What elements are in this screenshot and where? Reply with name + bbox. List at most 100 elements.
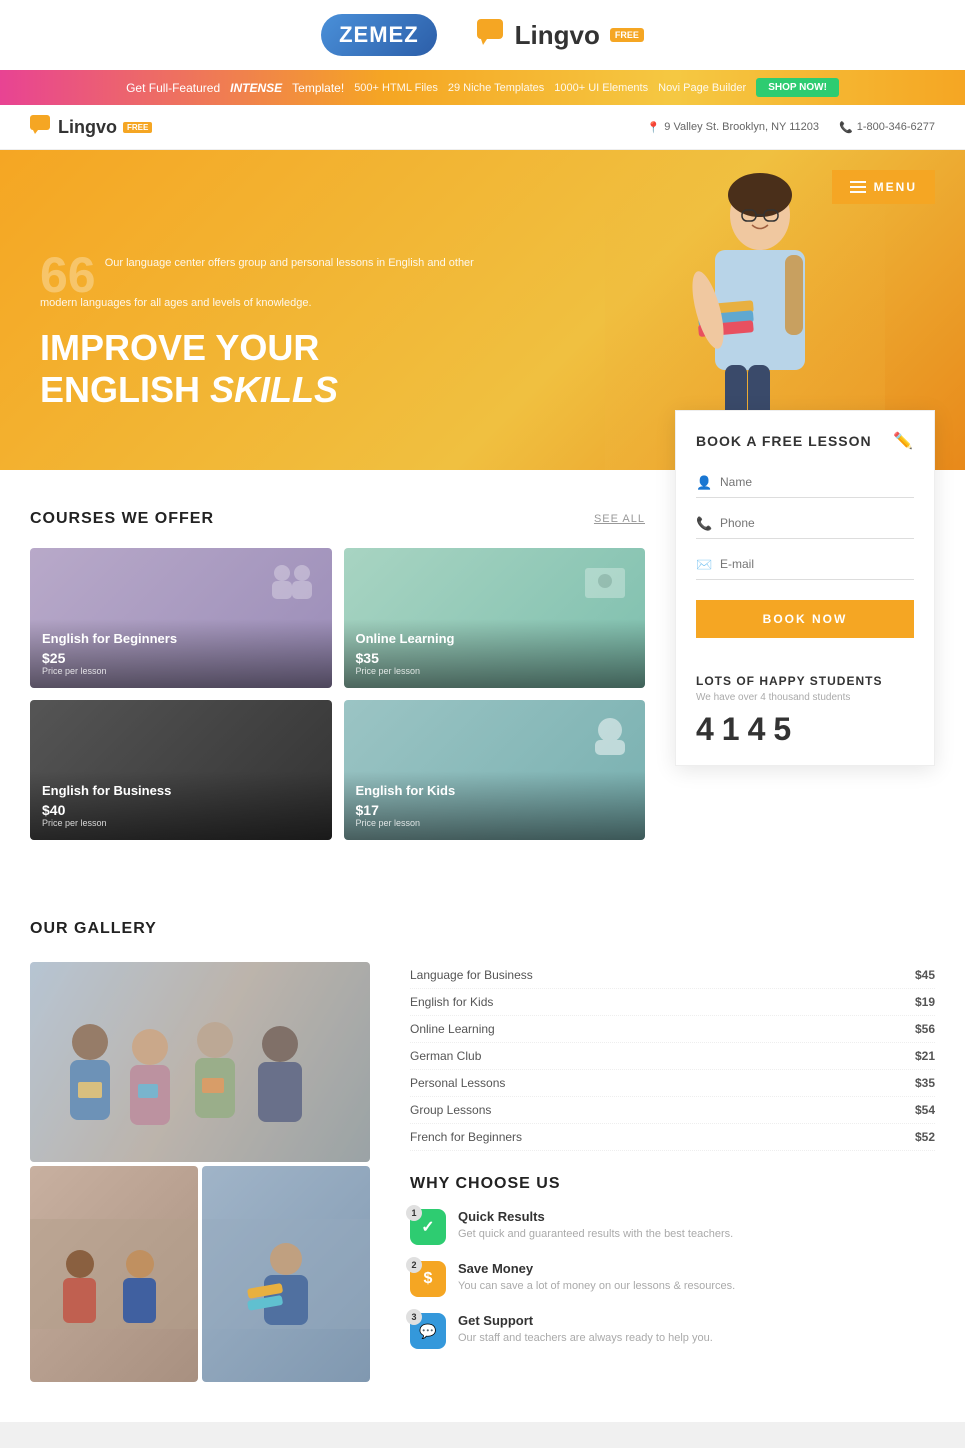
site-logo: Lingvo FREE	[30, 115, 152, 139]
courses-section-title: COURSES WE OFFER	[30, 510, 214, 528]
why-item-2: $ 2 Save Money You can save a lot of mon…	[410, 1261, 935, 1297]
course-price-label-2: Price per lesson	[356, 666, 634, 676]
email-input[interactable]	[696, 549, 914, 580]
why-icon-2: $ 2	[410, 1261, 446, 1297]
location-icon: 📍	[647, 121, 661, 134]
promo-banner: Get Full-Featured INTENSE Template! 500+…	[0, 70, 965, 105]
course-name-2: Online Learning	[356, 631, 634, 648]
counter-digit-3: 5	[773, 713, 791, 745]
counter-digit-0: 4	[696, 713, 714, 745]
promo-prefix: Get Full-Featured	[126, 81, 220, 95]
phone-icon: 📞	[839, 121, 853, 134]
why-title-1: Quick Results	[458, 1209, 733, 1224]
why-icon-container-2: $ 2	[410, 1261, 446, 1297]
quote-mark: 66	[40, 255, 96, 295]
pricing-list-container: Language for Business $45 English for Ki…	[410, 962, 935, 1151]
book-form-card: BOOK A FREE LESSON ✏️ 👤 📞 ✉️ BOOK NOW LO…	[675, 410, 935, 766]
pricing-item-price: $45	[915, 968, 935, 982]
pricing-item-name: English for Kids	[410, 995, 493, 1009]
courses-section-header: COURSES WE OFFER SEE ALL	[30, 510, 645, 528]
promo-stat1: 500+ HTML Files	[354, 82, 438, 94]
course-price-label-4: Price per lesson	[356, 818, 634, 828]
book-now-button[interactable]: BOOK NOW	[696, 600, 914, 638]
free-badge: FREE	[610, 28, 644, 42]
pricing-item-name: Language for Business	[410, 968, 533, 982]
why-title-2: Save Money	[458, 1261, 735, 1276]
hero-quote-text: Our language center offers group and per…	[40, 257, 474, 309]
booking-column: BOOK A FREE LESSON ✏️ 👤 📞 ✉️ BOOK NOW LO…	[675, 470, 935, 840]
chat-bubble-icon	[477, 19, 507, 52]
course-card-overlay-2: Online Learning $35 Price per lesson	[344, 619, 646, 688]
promo-suffix: Template!	[292, 81, 344, 95]
pricing-list-item: Online Learning $56	[410, 1016, 935, 1043]
promo-stat2: 29 Niche Templates	[448, 82, 544, 94]
course-card-2[interactable]: Online Learning $35 Price per lesson	[344, 548, 646, 688]
book-form-title: BOOK A FREE LESSON ✏️	[696, 431, 914, 451]
pricing-item-price: $35	[915, 1076, 935, 1090]
why-icon-container-3: 💬 3	[410, 1313, 446, 1349]
counter-display: 4 1 4 5	[696, 713, 914, 745]
course-card-1[interactable]: English for Beginners $25 Price per less…	[30, 548, 332, 688]
promo-stat4: Novi Page Builder	[658, 82, 746, 94]
phone-input[interactable]	[696, 508, 914, 539]
gallery-title: OUR GALLERY	[30, 920, 935, 938]
courses-column: COURSES WE OFFER SEE ALL English for Beg…	[30, 470, 675, 840]
course-card-4[interactable]: English for Kids $17 Price per lesson	[344, 700, 646, 840]
gallery-layout: Language for Business $45 English for Ki…	[30, 962, 935, 1382]
header-chat-icon	[30, 115, 52, 139]
pricing-item-name: Group Lessons	[410, 1103, 491, 1117]
lingvo-main-logo: Lingvo FREE	[477, 19, 644, 52]
hero-title: IMPROVE YOUR ENGLISH SKILLS	[40, 327, 491, 410]
lingvo-text: Lingvo	[515, 20, 600, 51]
pricing-list-item: Language for Business $45	[410, 962, 935, 989]
hero-title-line1: IMPROVE YOUR	[40, 327, 319, 368]
course-card-3[interactable]: English for Business $40 Price per lesso…	[30, 700, 332, 840]
gallery-section: OUR GALLERY	[0, 880, 965, 1422]
why-text-2: Save Money You can save a lot of money o…	[458, 1261, 735, 1294]
see-all-link[interactable]: SEE ALL	[594, 513, 645, 525]
happy-students-subtitle: We have over 4 thousand students	[696, 692, 914, 703]
happy-students-section: LOTS OF HAPPY STUDENTS We have over 4 th…	[696, 674, 914, 745]
why-text-1: Quick Results Get quick and guaranteed r…	[458, 1209, 733, 1242]
hero-title-line2: ENGLISH	[40, 369, 200, 410]
pricing-item-name: French for Beginners	[410, 1130, 522, 1144]
name-input[interactable]	[696, 467, 914, 498]
header-free-badge: FREE	[123, 122, 152, 133]
course-price-label-1: Price per lesson	[42, 666, 320, 676]
pencil-icon: ✏️	[893, 431, 914, 451]
email-field-wrap: ✉️	[696, 549, 914, 580]
why-icon-1: ✓ 1	[410, 1209, 446, 1245]
counter-digit-1: 1	[722, 713, 740, 745]
pricing-list-item: French for Beginners $52	[410, 1124, 935, 1151]
course-name-4: English for Kids	[356, 783, 634, 800]
phone-field-wrap: 📞	[696, 508, 914, 539]
course-price-4: $17	[356, 802, 634, 818]
why-item-1: ✓ 1 Quick Results Get quick and guarante…	[410, 1209, 935, 1245]
pricing-list-item: English for Kids $19	[410, 989, 935, 1016]
gallery-main-image	[30, 962, 370, 1162]
why-desc-2: You can save a lot of money on our lesso…	[458, 1279, 735, 1294]
why-icon-container-1: ✓ 1	[410, 1209, 446, 1245]
hero-title-skills: SKILLS	[210, 369, 338, 410]
book-form-title-text: BOOK A FREE LESSON	[696, 433, 872, 449]
gallery-bottom-left	[30, 1166, 198, 1382]
address-info: 📍 9 Valley St. Brooklyn, NY 11203	[647, 121, 819, 134]
phone-info: 📞 1-800-346-6277	[839, 121, 935, 134]
pricing-list-item: Personal Lessons $35	[410, 1070, 935, 1097]
why-title-3: Get Support	[458, 1313, 713, 1328]
course-name-3: English for Business	[42, 783, 320, 800]
pricing-item-price: $52	[915, 1130, 935, 1144]
header-logo-text: Lingvo	[58, 117, 117, 138]
hero-quote: 66 Our language center offers group and …	[40, 255, 491, 312]
course-card-overlay-1: English for Beginners $25 Price per less…	[30, 619, 332, 688]
pricing-item-price: $19	[915, 995, 935, 1009]
shop-now-button[interactable]: SHOP NOW!	[756, 78, 839, 97]
pricing-list-item: German Club $21	[410, 1043, 935, 1070]
pricing-item-name: Personal Lessons	[410, 1076, 505, 1090]
address-text: 9 Valley St. Brooklyn, NY 11203	[664, 121, 819, 133]
pricing-item-price: $56	[915, 1022, 935, 1036]
pricing-item-price: $21	[915, 1049, 935, 1063]
pricing-list-items: Language for Business $45 English for Ki…	[410, 962, 935, 1151]
phone-text: 1-800-346-6277	[857, 121, 935, 133]
why-desc-3: Our staff and teachers are always ready …	[458, 1331, 713, 1346]
